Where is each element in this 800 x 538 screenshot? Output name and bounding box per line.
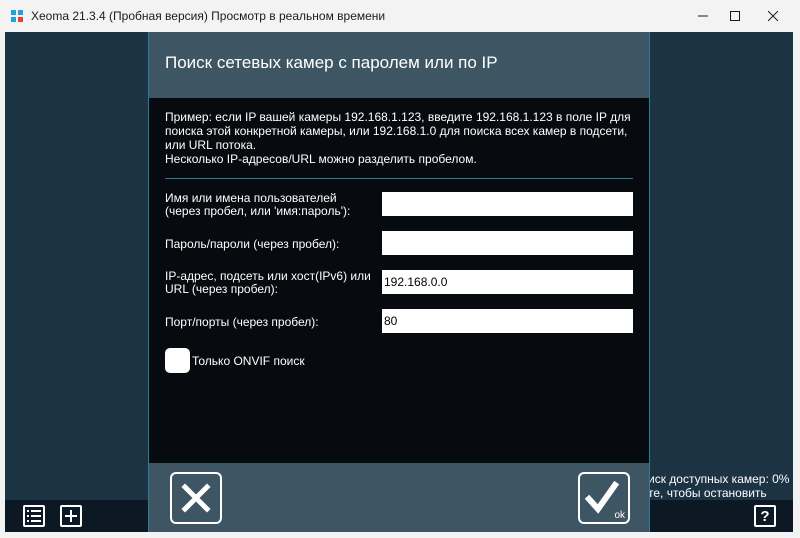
description-line: или URL потока. <box>165 138 257 152</box>
window-title: Xeoma 21.3.4 (Пробная версия) Просмотр в… <box>31 9 386 23</box>
xeoma-logo-icon <box>11 10 23 22</box>
users-label: Имя или имена пользователей (через пробе… <box>165 192 350 218</box>
minimize-icon <box>698 15 708 17</box>
plus-icon <box>65 510 77 522</box>
description-line: Несколько IP-адресов/URL можно разделить… <box>165 152 477 166</box>
passwords-label: Пароль/пароли (через пробел): <box>165 237 340 251</box>
search-progress-status: иск доступных камер: 0% <box>648 472 790 486</box>
onvif-only-label: Только ONVIF поиск <box>192 354 305 368</box>
cancel-button[interactable] <box>170 472 222 524</box>
close-window-button[interactable] <box>750 0 796 32</box>
x-icon <box>181 483 211 513</box>
ports-input[interactable] <box>382 309 633 333</box>
users-label-line2: (через пробел, или 'имя:пароль'): <box>165 204 351 218</box>
ip-label: IP-адрес, подсеть или хост(IPv6) или URL… <box>165 270 371 296</box>
add-camera-button[interactable] <box>60 505 82 527</box>
help-button[interactable]: ? <box>754 505 776 527</box>
ip-label-line2: URL (через пробел): <box>165 282 278 296</box>
window-titlebar: Xeoma 21.3.4 (Пробная версия) Просмотр в… <box>0 0 800 32</box>
users-input[interactable] <box>382 192 633 216</box>
question-icon: ? <box>760 507 770 525</box>
dialog-header: Поиск сетевых камер с паролем или по IP <box>149 32 649 98</box>
dialog-title: Поиск сетевых камер с паролем или по IP <box>165 53 498 72</box>
divider <box>165 178 633 179</box>
description-line: поиска этой конкретной камеры, или 192.1… <box>165 124 628 138</box>
maximize-icon <box>730 11 740 21</box>
dialog-description: Пример: если IP вашей камеры 192.168.1.1… <box>165 110 635 166</box>
dialog-footer: ok <box>149 463 649 532</box>
description-line: Пример: если IP вашей камеры 192.168.1.1… <box>165 110 631 124</box>
stop-hint-status: те, чтобы остановить <box>648 486 767 500</box>
close-icon <box>768 11 778 21</box>
ip-input[interactable] <box>382 270 633 294</box>
ports-label: Порт/порты (через пробел): <box>165 315 319 329</box>
ok-button[interactable]: ok <box>578 472 630 524</box>
app-main-area: ? иск доступных камер: 0% те, чтобы оста… <box>5 32 793 532</box>
onvif-only-checkbox[interactable] <box>165 348 190 373</box>
ok-label: ok <box>614 510 625 521</box>
passwords-input[interactable] <box>382 231 633 255</box>
list-icon <box>27 510 41 522</box>
network-camera-search-dialog: Поиск сетевых камер с паролем или по IP … <box>148 32 650 532</box>
camera-list-button[interactable] <box>23 505 45 527</box>
